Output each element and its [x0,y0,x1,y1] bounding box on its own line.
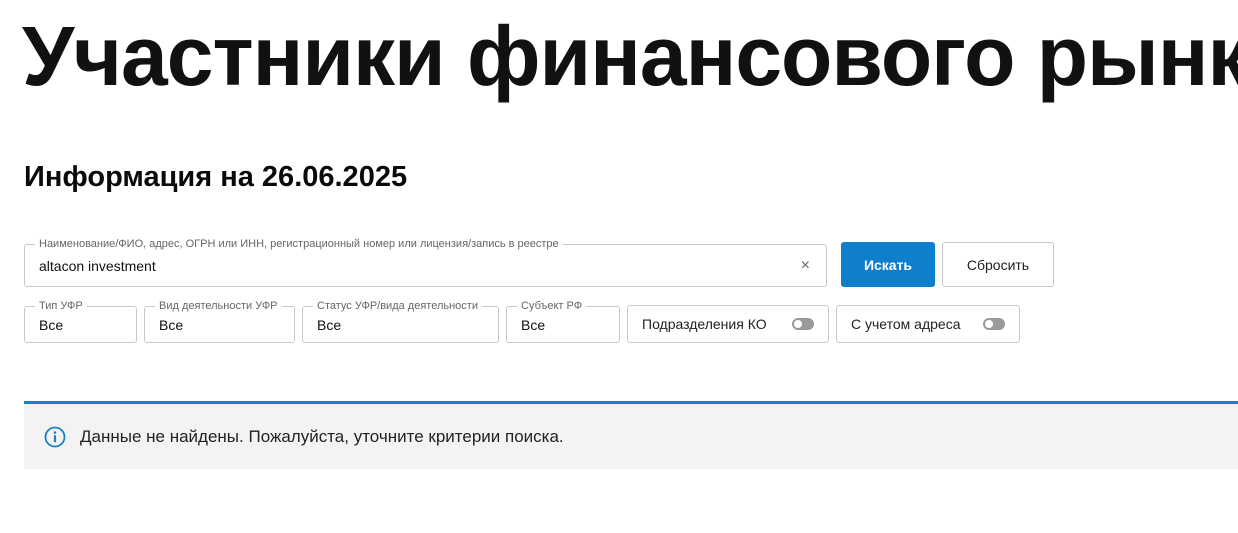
filter-activity-type-label: Вид деятельности УФР [155,299,282,313]
no-results-text: Данные не найдены. Пожалуйста, уточните … [80,426,564,446]
toggle-knob [794,320,802,328]
toggle-ko-divisions[interactable]: Подразделения КО [627,305,829,343]
info-date-heading: Информация на 26.06.2025 [24,161,408,193]
search-input[interactable] [39,253,779,279]
filter-ufr-type-select[interactable]: Тип УФР Все [24,299,137,343]
page: Участники финансового рынка Информация н… [0,0,1238,533]
info-icon [44,426,66,447]
search-field: Наименование/ФИО, адрес, ОГРН или ИНН, р… [24,237,827,287]
toggle-switch-icon[interactable] [983,318,1005,330]
page-title: Участники финансового рынка [22,9,1238,103]
filter-ufr-type-label: Тип УФР [35,299,87,313]
filter-activity-type-value: Все [159,317,184,333]
filter-status-value: Все [317,317,342,333]
filter-activity-type-select[interactable]: Вид деятельности УФР Все [144,299,295,343]
filter-region-label: Субъект РФ [517,299,587,313]
filter-status-label: Статус УФР/вида деятельности [313,299,482,313]
search-button[interactable]: Искать [841,242,935,287]
reset-button[interactable]: Сбросить [942,242,1054,287]
no-results-notice: Данные не найдены. Пожалуйста, уточните … [24,401,1238,469]
toggle-switch-icon[interactable] [792,318,814,330]
search-field-label: Наименование/ФИО, адрес, ОГРН или ИНН, р… [35,237,563,251]
filter-region-value: Все [521,317,546,333]
toggle-address[interactable]: С учетом адреса [836,305,1020,343]
toggle-address-label: С учетом адреса [851,316,961,332]
toggle-ko-divisions-label: Подразделения КО [642,316,767,332]
clear-icon[interactable]: × [801,257,810,275]
filter-status-select[interactable]: Статус УФР/вида деятельности Все [302,299,499,343]
filter-ufr-type-value: Все [39,317,64,333]
filter-region-select[interactable]: Субъект РФ Все [506,299,620,343]
toggle-knob [985,320,993,328]
